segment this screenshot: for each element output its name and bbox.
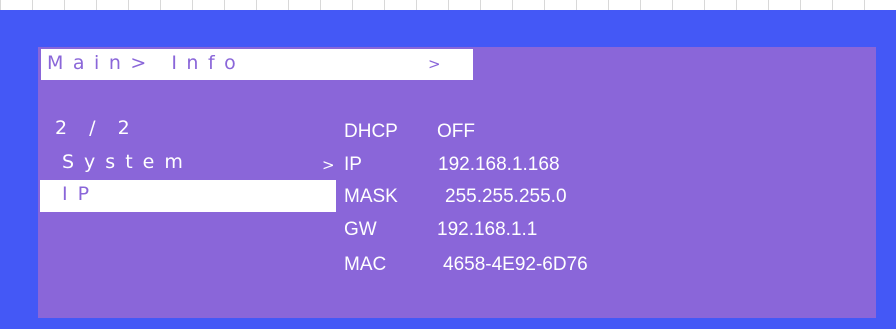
- mask-label: MASK: [344, 186, 398, 207]
- chevron-right-icon: >: [322, 156, 335, 174]
- ip-value: 192.168.1.168: [438, 154, 560, 175]
- ip-label: IP: [344, 154, 362, 175]
- menu-item-ip[interactable]: IP: [40, 180, 336, 212]
- device-screen-frame: Main> Info > 2 / 2 System IP > > DHCP OF…: [0, 10, 896, 329]
- dhcp-value: OFF: [437, 121, 475, 142]
- gateway-value: 192.168.1.1: [437, 219, 538, 240]
- mask-value: 255.255.255.0: [445, 186, 567, 207]
- menu-item-label: System: [62, 151, 193, 173]
- menu-item-system[interactable]: System: [40, 148, 336, 180]
- chevron-right-icon: >: [322, 189, 335, 207]
- title-arrow-icon: >: [428, 55, 441, 73]
- menu-panel: Main> Info > 2 / 2 System IP > > DHCP OF…: [38, 47, 876, 318]
- title-bar: Main> Info >: [41, 49, 473, 80]
- mac-value: 4658-4E92-6D76: [443, 254, 588, 275]
- mac-label: MAC: [344, 254, 387, 275]
- page-indicator: 2 / 2: [55, 117, 138, 139]
- gateway-label: GW: [344, 219, 377, 240]
- breadcrumb-title: Main> Info: [47, 52, 246, 74]
- dhcp-label: DHCP: [344, 121, 398, 142]
- menu-item-label: IP: [62, 183, 100, 205]
